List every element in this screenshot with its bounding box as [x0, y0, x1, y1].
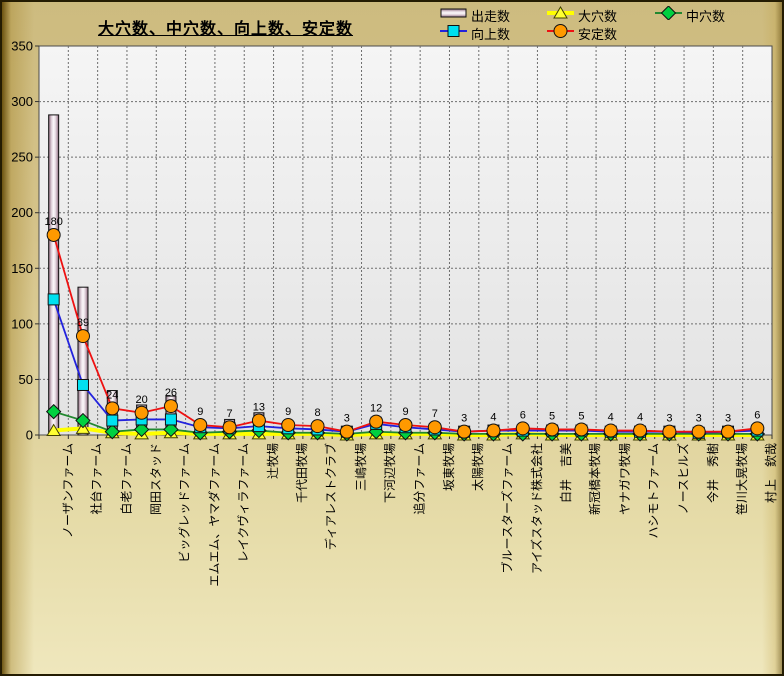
y-axis-label: 150 — [11, 261, 33, 276]
data-label: 7 — [432, 408, 438, 420]
y-axis-label: 0 — [26, 428, 33, 443]
circle-marker — [339, 424, 354, 439]
bar — [48, 114, 60, 436]
data-label: 89 — [77, 317, 89, 329]
data-label: 4 — [608, 412, 614, 424]
x-axis-label: ブルースターズファーム — [500, 443, 515, 574]
x-axis-label: 下河辺牧場 — [383, 443, 398, 504]
x-axis-label: ノーザンファーム — [60, 443, 75, 539]
x-axis-label: 千代田牧場 — [295, 443, 310, 504]
x-axis-label: 笹川大晃牧場 — [735, 443, 750, 516]
circle-marker — [222, 420, 237, 435]
data-label: 6 — [520, 409, 526, 421]
x-axis-label: 社台ファーム — [89, 443, 104, 515]
circle-marker — [398, 417, 413, 432]
circle-marker — [545, 422, 560, 437]
data-label: 3 — [696, 413, 702, 425]
circle-marker — [281, 417, 296, 432]
plot-area — [38, 45, 773, 436]
data-label: 9 — [285, 406, 291, 418]
square-marker — [47, 293, 60, 306]
circle-marker — [427, 420, 442, 435]
x-axis-label: 白井 吉美 — [559, 443, 574, 504]
circle-marker — [310, 419, 325, 434]
x-axis-label: ヤナガワ牧場 — [617, 443, 632, 516]
data-label: 8 — [314, 407, 320, 419]
y-axis-label: 300 — [11, 94, 33, 109]
data-label: 3 — [461, 413, 467, 425]
circle-marker — [251, 413, 266, 428]
circle-marker — [457, 424, 472, 439]
circle-marker — [515, 421, 530, 436]
circle-marker — [75, 329, 90, 344]
y-axis-label: 350 — [11, 39, 33, 54]
circle-marker — [574, 422, 589, 437]
circle-marker — [163, 399, 178, 414]
x-axis-label: レイクヴィラファーム — [236, 443, 251, 563]
data-label: 3 — [725, 413, 731, 425]
x-axis-label: 辻牧場 — [265, 443, 280, 480]
x-axis-label: ビッグレッドファーム — [177, 443, 192, 563]
data-label: 5 — [549, 410, 555, 422]
circle-marker — [193, 417, 208, 432]
x-axis-label: 白老ファーム — [119, 443, 134, 515]
x-axis-label: ディアレストクラブ — [324, 443, 339, 551]
circle-marker — [750, 421, 765, 436]
data-label: 26 — [165, 387, 177, 399]
x-axis-label: エムエム、ヤマダファーム — [207, 443, 222, 587]
y-axis-label: 50 — [19, 372, 33, 387]
data-label: 5 — [578, 410, 584, 422]
x-axis-label: 新冠橋本牧場 — [588, 443, 603, 516]
x-axis-label: 追分ファーム — [412, 443, 427, 515]
circle-marker — [721, 424, 736, 439]
circle-marker — [486, 423, 501, 438]
data-label: 7 — [227, 408, 233, 420]
circle-marker — [603, 423, 618, 438]
chart-plot: 0 50 100 150 200 250 300 350 180 89 24 20 26 9 7 13 9 8 3 1… — [11, 39, 773, 443]
circle-marker — [662, 424, 677, 439]
x-axis-label: アイズスタッド株式会社 — [529, 443, 544, 575]
square-marker — [164, 413, 177, 426]
circle-marker — [633, 423, 648, 438]
square-marker — [106, 414, 119, 427]
x-axis-label: 太陽牧場 — [471, 443, 486, 492]
data-label: 12 — [370, 403, 382, 415]
data-label: 6 — [754, 409, 760, 421]
y-axis-label: 200 — [11, 205, 33, 220]
x-axis-label: 三嶋牧場 — [353, 443, 368, 492]
x-axis-label: ノースヒルズ — [676, 443, 691, 515]
data-label: 9 — [402, 406, 408, 418]
x-axis-label: 坂東牧場 — [441, 443, 456, 492]
circle-marker — [369, 414, 384, 429]
circle-marker — [105, 401, 120, 416]
circle-marker — [691, 424, 706, 439]
bar — [77, 286, 89, 436]
data-label: 20 — [135, 394, 147, 406]
y-axis-label: 250 — [11, 150, 33, 165]
data-label: 4 — [490, 412, 496, 424]
data-label: 13 — [253, 402, 265, 414]
data-label: 3 — [666, 413, 672, 425]
data-label: 4 — [637, 412, 643, 424]
y-axis-label: 100 — [11, 316, 33, 331]
circle-marker — [134, 405, 149, 420]
x-axis-label: 今井 秀樹 — [705, 443, 720, 504]
chart-container: 大穴数、中穴数、向上数、安定数 出走数大穴数中穴数向上数安定数 ©Caniの競馬… — [0, 0, 784, 676]
x-axis-label: ハシモトファーム — [647, 443, 662, 539]
data-label: 180 — [44, 216, 62, 228]
data-label: 9 — [197, 406, 203, 418]
square-marker — [76, 378, 89, 391]
circle-marker — [46, 227, 61, 242]
x-axis-label: 岡田スタッド — [148, 443, 163, 516]
x-axis-label: 村上 欽哉 — [764, 443, 779, 504]
data-label: 3 — [344, 413, 350, 425]
data-label: 24 — [106, 389, 118, 401]
